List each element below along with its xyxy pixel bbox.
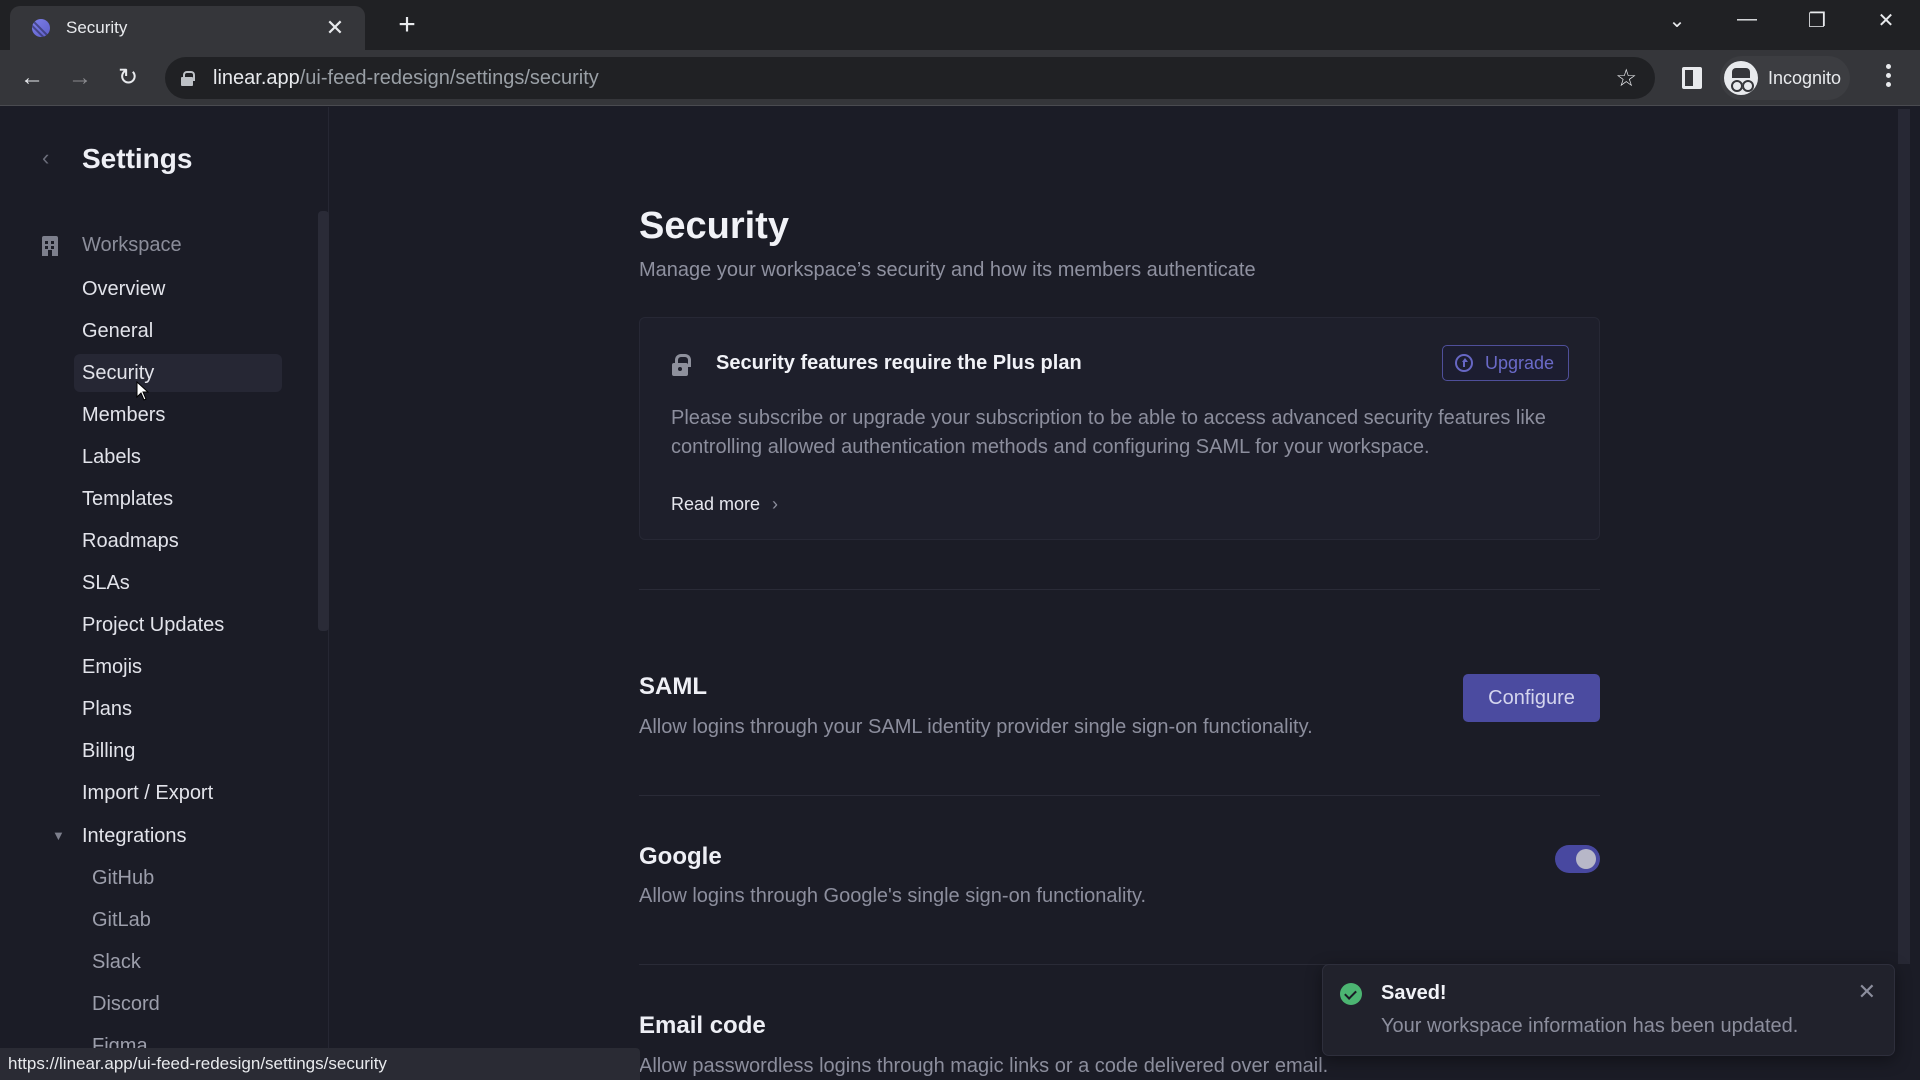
- upgrade-button[interactable]: Upgrade: [1441, 345, 1569, 381]
- google-title: Google: [639, 843, 722, 870]
- sidebar-item-security[interactable]: Security: [74, 354, 282, 392]
- lock-icon: [672, 354, 691, 376]
- linear-logo-icon: [32, 19, 50, 37]
- address-bar[interactable]: linear.app/ui-feed-redesign/settings/sec…: [165, 57, 1655, 99]
- section-divider: [639, 589, 1600, 590]
- saml-title: SAML: [639, 673, 707, 700]
- browser-tab-security[interactable]: Security ✕: [10, 6, 365, 50]
- sidebar-item-labels[interactable]: Labels: [74, 438, 282, 476]
- sidebar-item-members[interactable]: Members: [74, 396, 282, 434]
- side-panel-icon[interactable]: [1682, 67, 1702, 89]
- url-path: /ui-feed-redesign/settings/security: [299, 66, 599, 89]
- sidebar-item-templates[interactable]: Templates: [74, 480, 282, 518]
- sidebar-item-github[interactable]: GitHub: [84, 859, 292, 897]
- email-code-description: Allow passwordless logins through magic …: [639, 1055, 1329, 1077]
- sidebar-item-roadmaps[interactable]: Roadmaps: [74, 522, 282, 560]
- tab-close-icon[interactable]: ✕: [321, 15, 349, 41]
- window-close-icon[interactable]: ✕: [1866, 8, 1906, 33]
- chevron-right-icon: ›: [772, 494, 779, 514]
- sidebar-item-integrations[interactable]: Integrations: [74, 817, 282, 855]
- plan-card-title: Security features require the Plus plan: [716, 352, 1082, 374]
- reload-icon[interactable]: ↻: [112, 62, 144, 94]
- section-divider: [639, 795, 1600, 796]
- configure-saml-button[interactable]: Configure: [1463, 674, 1600, 722]
- sidebar-item-plans[interactable]: Plans: [74, 690, 282, 728]
- workspace-section-header: Workspace: [42, 234, 182, 257]
- plan-card-body: Please subscribe or upgrade your subscri…: [671, 407, 1546, 458]
- read-more-label: Read more: [671, 494, 761, 514]
- google-login-toggle[interactable]: [1555, 845, 1600, 873]
- incognito-profile-button[interactable]: Incognito: [1720, 56, 1850, 100]
- page-subtitle: Manage your workspace’s security and how…: [639, 259, 1256, 281]
- saved-toast: Saved! Your workspace information has be…: [1322, 964, 1895, 1056]
- main-scrollbar[interactable]: [1898, 109, 1910, 964]
- sidebar-scrollbar[interactable]: [318, 211, 329, 631]
- building-icon: [42, 235, 58, 256]
- sidebar-item-gitlab[interactable]: GitLab: [84, 901, 292, 939]
- read-more-link[interactable]: Read more ›: [671, 494, 778, 515]
- plus-plan-card: Security features require the Plus plan …: [639, 317, 1600, 540]
- back-chevron-icon[interactable]: ‹: [42, 145, 49, 171]
- saml-description: Allow logins through your SAML identity …: [639, 716, 1313, 738]
- sidebar-item-overview[interactable]: Overview: [74, 270, 282, 308]
- arrow-up-circle-icon: [1454, 354, 1473, 372]
- sidebar-item-general[interactable]: General: [74, 312, 282, 350]
- lock-icon[interactable]: [181, 71, 195, 86]
- sidebar-item-import-export[interactable]: Import / Export: [74, 774, 282, 812]
- settings-main: Security Manage your workspace’s securit…: [330, 107, 1920, 1080]
- browser-toolbar: ← → ↻ linear.app/ui-feed-redesign/settin…: [0, 50, 1920, 106]
- forward-icon[interactable]: →: [64, 62, 96, 94]
- url-host: linear.app: [213, 66, 300, 89]
- back-icon[interactable]: ←: [16, 62, 48, 94]
- sidebar-item-discord[interactable]: Discord: [84, 985, 292, 1023]
- link-status-bar: https://linear.app/ui-feed-redesign/sett…: [0, 1048, 640, 1080]
- browser-menu-icon[interactable]: [1878, 64, 1898, 92]
- new-tab-button[interactable]: +: [390, 8, 424, 42]
- check-circle-icon: [1340, 983, 1362, 1005]
- bookmark-star-icon[interactable]: ☆: [1615, 64, 1637, 93]
- browser-tab-strip: Security ✕ + ⌄ — ❐ ✕: [0, 0, 1920, 50]
- restore-icon[interactable]: ❐: [1797, 8, 1837, 33]
- toast-message: Your workspace information has been upda…: [1381, 1015, 1799, 1037]
- page-title: Security: [639, 205, 789, 247]
- toast-close-icon[interactable]: ✕: [1858, 979, 1876, 1005]
- google-description: Allow logins through Google's single sig…: [639, 885, 1147, 907]
- incognito-icon: [1724, 61, 1758, 95]
- sidebar-item-project-updates[interactable]: Project Updates: [74, 606, 282, 644]
- settings-sidebar: ‹ Settings Workspace Overview General Se…: [0, 107, 329, 1080]
- sidebar-title: Settings: [82, 143, 193, 174]
- sidebar-item-billing[interactable]: Billing: [74, 732, 282, 770]
- email-code-title: Email code: [639, 1012, 766, 1039]
- workspace-label: Workspace: [82, 234, 182, 256]
- tab-search-icon[interactable]: ⌄: [1657, 8, 1697, 33]
- linear-app: ‹ Settings Workspace Overview General Se…: [0, 107, 1920, 1080]
- sidebar-item-emojis[interactable]: Emojis: [74, 648, 282, 686]
- toast-title: Saved!: [1381, 982, 1447, 1004]
- tab-title: Security: [66, 18, 128, 37]
- expand-triangle-icon[interactable]: ▼: [52, 828, 65, 843]
- upgrade-label: Upgrade: [1484, 352, 1554, 373]
- incognito-label: Incognito: [1768, 67, 1842, 88]
- sidebar-item-slas[interactable]: SLAs: [74, 564, 282, 602]
- minimize-icon[interactable]: —: [1727, 8, 1767, 31]
- sidebar-item-slack[interactable]: Slack: [84, 943, 292, 981]
